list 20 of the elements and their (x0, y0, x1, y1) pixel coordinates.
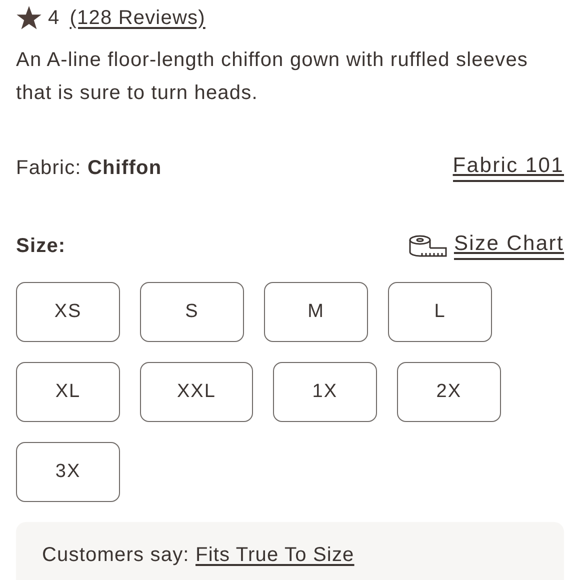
size-option[interactable]: XS (16, 282, 120, 342)
size-option[interactable]: 3X (16, 442, 120, 502)
rating-value: 4 (48, 6, 60, 30)
size-option[interactable]: XXL (140, 362, 253, 422)
fit-link[interactable]: Fits True To Size (196, 544, 354, 566)
size-option[interactable]: 2X (396, 362, 501, 422)
size-option[interactable]: XL (16, 362, 120, 422)
size-option[interactable]: M (264, 282, 368, 342)
size-label: Size: (16, 234, 66, 258)
size-option[interactable]: 1X (272, 362, 377, 422)
size-chart-link[interactable]: Size Chart (454, 232, 564, 260)
star-icon (16, 6, 42, 30)
measuring-tape-icon (408, 234, 448, 258)
reviews-link[interactable]: (128 Reviews) (70, 6, 206, 30)
size-option[interactable]: S (140, 282, 244, 342)
product-description: An A-line floor-length chiffon gown with ruffled sleeves that is sure to turn heads. (16, 48, 530, 106)
size-option[interactable]: L (388, 282, 492, 342)
fabric-link[interactable]: Fabric 101 (452, 154, 564, 182)
fabric-label: Fabric: Chiffon (16, 156, 162, 180)
fit-summary: Customers say: Fits True To Size (42, 544, 354, 566)
